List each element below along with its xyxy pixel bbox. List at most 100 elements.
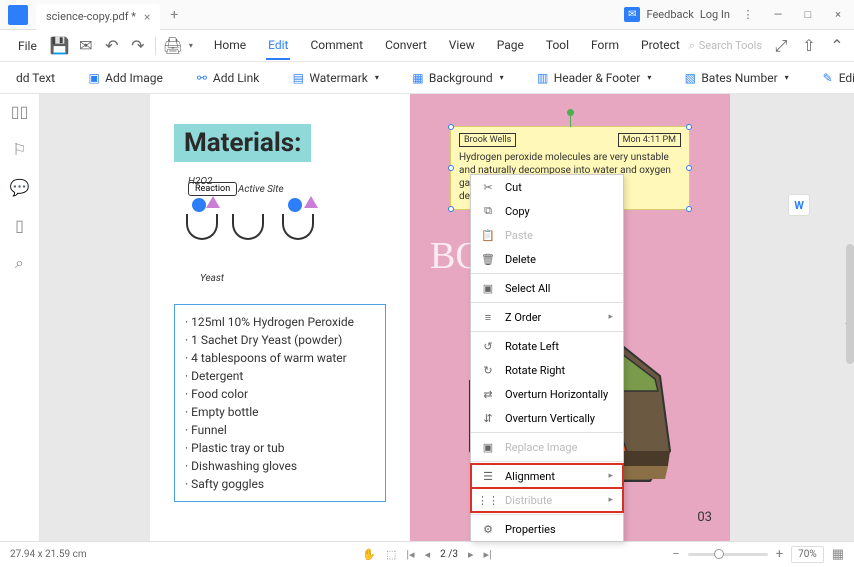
bates-number-button[interactable]: ▧Bates Number▾ — [675, 67, 796, 89]
add-link-button[interactable]: ⚯Add Link — [187, 67, 267, 89]
menu-view[interactable]: View — [447, 32, 477, 60]
hand-tool-icon[interactable]: ✋ — [362, 548, 376, 561]
app-icon — [8, 5, 28, 25]
divider — [155, 37, 156, 55]
chevron-right-icon: ▸ — [608, 495, 613, 505]
undo-icon[interactable]: ↶ — [103, 37, 121, 55]
ctx-delete[interactable]: 🗑Delete — [471, 247, 623, 271]
redo-icon[interactable]: ↷ — [129, 37, 147, 55]
edit-mode-button[interactable]: ✎Edit Mode — [813, 67, 854, 89]
document-canvas[interactable]: Materials: H2O2 Active Site Yeast Reacti… — [40, 94, 854, 541]
menu-protect[interactable]: Protect — [639, 32, 682, 60]
menu-convert[interactable]: Convert — [383, 32, 429, 60]
page-left: Materials: H2O2 Active Site Yeast Reacti… — [150, 94, 410, 541]
minimize-button[interactable]: — — [766, 3, 790, 27]
selection-handle[interactable] — [448, 165, 454, 171]
header-footer-button[interactable]: ▥Header & Footer▾ — [528, 67, 660, 89]
file-menu[interactable]: File — [8, 35, 47, 57]
menu-edit[interactable]: Edit — [266, 32, 290, 60]
close-tab-icon[interactable]: × — [144, 10, 150, 24]
background-button[interactable]: ▦Background▾ — [403, 67, 512, 89]
print-icon[interactable]: 🖨 — [164, 37, 182, 55]
zoom-out-button[interactable]: − — [672, 547, 679, 562]
bookmark-icon[interactable]: ⚐ — [11, 140, 29, 158]
add-text-button[interactable]: dd Text — [8, 67, 63, 89]
search-icon: ⌕ — [689, 39, 695, 53]
selection-handle[interactable] — [686, 206, 692, 212]
next-page-button[interactable]: ▸ — [468, 548, 474, 561]
search-input[interactable]: Search Tools — [699, 39, 762, 52]
ctx-copy[interactable]: ⧉Copy — [471, 199, 623, 223]
mail-icon[interactable]: ✉ — [77, 37, 95, 55]
last-page-button[interactable]: ▸| — [484, 548, 492, 561]
comment-panel-icon[interactable]: 💬 — [11, 178, 29, 196]
ctx-alignment[interactable]: ☰Alignment▸ — [471, 464, 623, 488]
zoom-thumb[interactable] — [714, 549, 724, 559]
expand-icon[interactable]: ⤢ — [772, 37, 790, 55]
document-tab[interactable]: science-copy.pdf * × — [36, 4, 160, 30]
menu-tool[interactable]: Tool — [544, 32, 571, 60]
zoom-in-button[interactable]: + — [776, 547, 783, 562]
selection-handle[interactable] — [686, 124, 692, 130]
ctx-distribute: ⋮⋮Distribute▸ — [471, 488, 623, 512]
header-footer-icon: ▥ — [536, 71, 550, 85]
maximize-button[interactable]: □ — [796, 3, 820, 27]
feedback-link[interactable]: Feedback — [646, 8, 693, 21]
add-image-button[interactable]: ▣Add Image — [79, 67, 171, 89]
ctx-select-all[interactable]: ▣Select All — [471, 276, 623, 300]
bates-icon: ▧ — [683, 71, 697, 85]
tab-title: science-copy.pdf * — [46, 10, 136, 23]
save-icon[interactable]: 💾 — [51, 37, 69, 55]
list-item: · Plastic tray or tub — [185, 439, 375, 457]
first-page-button[interactable]: |◂ — [406, 548, 414, 561]
ctx-rotate-left[interactable]: ↺Rotate Left — [471, 334, 623, 358]
list-item: · Empty bottle — [185, 403, 375, 421]
select-tool-icon[interactable]: ⬚ — [386, 548, 396, 561]
dropdown-icon[interactable]: ▾ — [182, 37, 200, 55]
alignment-icon: ☰ — [481, 469, 495, 483]
menu-comment[interactable]: Comment — [308, 32, 365, 60]
h2o2-label: H2O2 — [188, 176, 213, 187]
menu-page[interactable]: Page — [495, 32, 526, 60]
list-item: · 1 Sachet Dry Yeast (powder) — [185, 331, 375, 349]
ctx-cut[interactable]: ✂Cut — [471, 175, 623, 199]
list-item: · 4 tablespoons of warm water — [185, 349, 375, 367]
word-export-widget[interactable]: W — [788, 194, 810, 216]
selection-handle[interactable] — [448, 124, 454, 130]
more-icon[interactable]: ⋮ — [736, 3, 760, 27]
login-link[interactable]: Log In — [700, 8, 730, 21]
selection-handle[interactable] — [448, 206, 454, 212]
selection-handle[interactable] — [686, 165, 692, 171]
menu-home[interactable]: Home — [212, 32, 248, 60]
ctx-paste: 📋Paste — [471, 223, 623, 247]
rotate-right-icon: ↻ — [481, 363, 495, 377]
add-tab-button[interactable]: + — [170, 7, 178, 23]
rotate-left-icon: ↺ — [481, 339, 495, 353]
chevron-right-icon: ▸ — [608, 471, 613, 481]
zoom-slider[interactable] — [688, 553, 768, 556]
ctx-rotate-right[interactable]: ↻Rotate Right — [471, 358, 623, 382]
search-panel-icon[interactable]: ⌕ — [11, 254, 29, 272]
fit-page-icon[interactable]: ▦ — [832, 547, 844, 562]
prev-page-button[interactable]: ◂ — [425, 548, 431, 561]
zoom-percent[interactable]: 70% — [791, 546, 824, 563]
menu-form[interactable]: Form — [589, 32, 621, 60]
vertical-scrollbar[interactable] — [846, 244, 854, 364]
cloud-icon[interactable]: ⇧ — [800, 37, 818, 55]
active-site-label: Active Site — [238, 184, 284, 195]
collapse-ribbon-icon[interactable]: ⌃ — [828, 37, 846, 55]
thumbnails-icon[interactable]: ▯▯ — [11, 102, 29, 120]
close-window-button[interactable]: × — [826, 3, 850, 27]
rotate-handle[interactable] — [567, 109, 574, 116]
flip-v-icon: ⇵ — [481, 411, 495, 425]
page-indicator[interactable]: 2 /3 — [440, 549, 458, 560]
attachment-icon[interactable]: ▯ — [11, 216, 29, 234]
properties-icon: ⚙ — [481, 522, 495, 536]
list-item: · 125ml 10% Hydrogen Peroxide — [185, 313, 375, 331]
page-dimensions: 27.94 x 21.59 cm — [10, 549, 87, 560]
ctx-overturn-v[interactable]: ⇵Overturn Vertically — [471, 406, 623, 430]
ctx-properties[interactable]: ⚙Properties — [471, 517, 623, 541]
ctx-overturn-h[interactable]: ⇄Overturn Horizontally — [471, 382, 623, 406]
ctx-z-order[interactable]: ≡Z Order▸ — [471, 305, 623, 329]
watermark-button[interactable]: ▤Watermark▾ — [283, 67, 387, 89]
